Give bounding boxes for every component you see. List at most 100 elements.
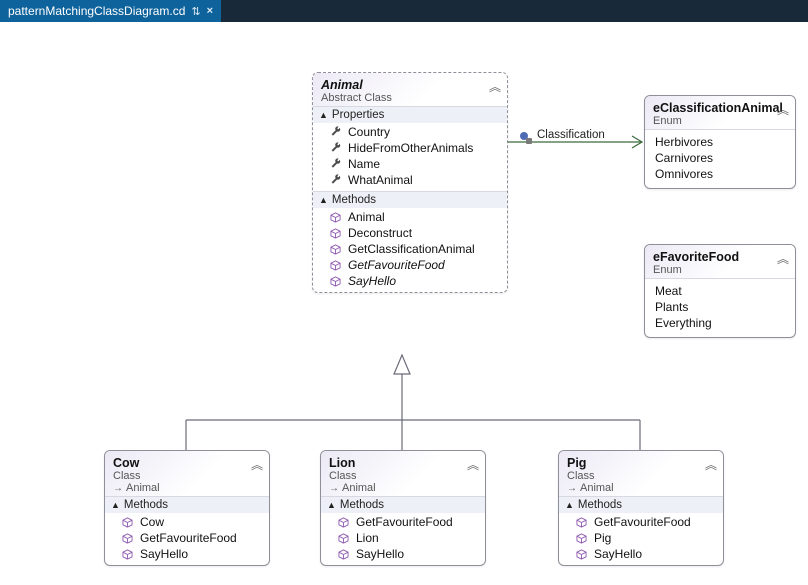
cube-icon <box>337 516 350 529</box>
section-header[interactable]: ▲Methods <box>105 497 269 513</box>
class-header[interactable]: eFavoriteFood Enum ︽ <box>645 245 795 278</box>
cube-icon <box>575 516 588 529</box>
method-member[interactable]: SayHello <box>559 546 723 562</box>
method-member[interactable]: Deconstruct <box>313 225 507 241</box>
property-member[interactable]: Name <box>313 156 507 172</box>
member-name: Cow <box>140 515 164 529</box>
cube-icon <box>329 259 342 272</box>
cube-icon <box>329 243 342 256</box>
chevron-collapse-icon[interactable]: ︽ <box>467 456 479 473</box>
enum-efavoritefood[interactable]: eFavoriteFood Enum ︽ MeatPlantsEverythin… <box>644 244 796 338</box>
section-header[interactable]: ▲Properties <box>313 107 507 123</box>
enum-eclassificationanimal[interactable]: eClassificationAnimal Enum ︽ Herbivores C… <box>644 95 796 189</box>
section-header[interactable]: ▲Methods <box>313 192 507 208</box>
member-name: Carnivores <box>655 151 713 165</box>
section-methods: ▲Methods GetFavouriteFood LionSayHello <box>321 496 485 565</box>
member-name: Name <box>348 157 380 171</box>
class-kind: Class <box>567 470 715 482</box>
enum-member[interactable]: Omnivores <box>645 166 795 182</box>
cube-icon <box>575 548 588 561</box>
class-cow[interactable]: Cow Class →Animal ︽ ▲Methods Cow GetFavou… <box>104 450 270 566</box>
enum-member[interactable]: Plants <box>645 299 795 315</box>
member-name: Pig <box>594 531 611 545</box>
method-member[interactable]: Lion <box>321 530 485 546</box>
method-member[interactable]: GetFavouriteFood <box>105 530 269 546</box>
enum-member[interactable]: Everything <box>645 315 795 331</box>
section-methods: ▲Methods Cow GetFavouriteFood SayHello <box>105 496 269 565</box>
pin-icon[interactable]: ⇅ <box>191 5 200 18</box>
wrench-icon <box>329 174 342 187</box>
section-header[interactable]: ▲Methods <box>321 497 485 513</box>
cube-icon <box>121 516 134 529</box>
document-tab[interactable]: patternMatchingClassDiagram.cd ⇅ × <box>0 0 221 22</box>
class-pig[interactable]: Pig Class →Animal ︽ ▲Methods GetFavourit… <box>558 450 724 566</box>
enum-member[interactable]: Meat <box>645 283 795 299</box>
chevron-collapse-icon[interactable]: ︽ <box>777 101 789 118</box>
class-header[interactable]: Cow Class →Animal ︽ <box>105 451 269 496</box>
tab-title: patternMatchingClassDiagram.cd <box>8 4 185 18</box>
member-name: Everything <box>655 316 712 330</box>
cube-icon <box>121 532 134 545</box>
property-member[interactable]: HideFromOtherAnimals <box>313 140 507 156</box>
chevron-collapse-icon[interactable]: ︽ <box>705 456 717 473</box>
class-header[interactable]: Animal Abstract Class ︽ <box>313 73 507 106</box>
class-title: Pig <box>567 456 715 470</box>
member-name: GetFavouriteFood <box>140 531 237 545</box>
class-kind: Class <box>329 470 477 482</box>
method-member[interactable]: SayHello <box>321 546 485 562</box>
base-class: →Animal <box>329 482 477 494</box>
association-label: Classification <box>537 129 605 141</box>
member-name: GetFavouriteFood <box>594 515 691 529</box>
base-class: →Animal <box>567 482 715 494</box>
class-lion[interactable]: Lion Class →Animal ︽ ▲Methods GetFavouri… <box>320 450 486 566</box>
method-member[interactable]: GetFavouriteFood <box>321 514 485 530</box>
member-name: Meat <box>655 284 682 298</box>
member-name: Animal <box>348 210 385 224</box>
member-name: SayHello <box>140 547 188 561</box>
arrow-icon: → <box>567 483 577 494</box>
association-icon <box>519 131 533 145</box>
property-member[interactable]: Country <box>313 124 507 140</box>
method-member[interactable]: GetFavouriteFood <box>313 257 507 273</box>
chevron-collapse-icon[interactable]: ︽ <box>251 456 263 473</box>
cube-icon <box>329 227 342 240</box>
chevron-collapse-icon[interactable]: ︽ <box>489 78 501 95</box>
arrow-icon: → <box>113 483 123 494</box>
member-name: Herbivores <box>655 135 713 149</box>
enum-member[interactable]: Carnivores <box>645 150 795 166</box>
member-name: Country <box>348 125 390 139</box>
member-name: Omnivores <box>655 167 713 181</box>
member-name: SayHello <box>348 274 396 288</box>
class-kind: Enum <box>653 115 787 127</box>
member-name: GetFavouriteFood <box>356 515 453 529</box>
diagram-canvas[interactable]: Classification Animal Abstract Class ︽ ▲… <box>0 22 808 585</box>
method-member[interactable]: SayHello <box>105 546 269 562</box>
base-class: →Animal <box>113 482 261 494</box>
class-header[interactable]: Lion Class →Animal ︽ <box>321 451 485 496</box>
member-name: Lion <box>356 531 379 545</box>
member-name: SayHello <box>594 547 642 561</box>
method-member[interactable]: Cow <box>105 514 269 530</box>
wrench-icon <box>329 142 342 155</box>
method-member[interactable]: GetFavouriteFood <box>559 514 723 530</box>
class-kind: Enum <box>653 264 787 276</box>
arrow-icon: → <box>329 483 339 494</box>
section-header[interactable]: ▲Methods <box>559 497 723 513</box>
method-member[interactable]: SayHello <box>313 273 507 289</box>
class-title: Lion <box>329 456 477 470</box>
class-header[interactable]: eClassificationAnimal Enum ︽ <box>645 96 795 129</box>
class-kind: Class <box>113 470 261 482</box>
property-member[interactable]: WhatAnimal <box>313 172 507 188</box>
member-name: GetClassificationAnimal <box>348 242 475 256</box>
cube-icon <box>121 548 134 561</box>
enum-member[interactable]: Herbivores <box>645 134 795 150</box>
method-member[interactable]: Animal <box>313 209 507 225</box>
method-member[interactable]: Pig <box>559 530 723 546</box>
class-animal[interactable]: Animal Abstract Class ︽ ▲Properties Coun… <box>312 72 508 293</box>
close-icon[interactable]: × <box>207 5 213 17</box>
chevron-collapse-icon[interactable]: ︽ <box>777 250 789 267</box>
class-header[interactable]: Pig Class →Animal ︽ <box>559 451 723 496</box>
section-properties: ▲Properties CountryHideFromOtherAnimalsN… <box>313 106 507 191</box>
wrench-icon <box>329 158 342 171</box>
method-member[interactable]: GetClassificationAnimal <box>313 241 507 257</box>
